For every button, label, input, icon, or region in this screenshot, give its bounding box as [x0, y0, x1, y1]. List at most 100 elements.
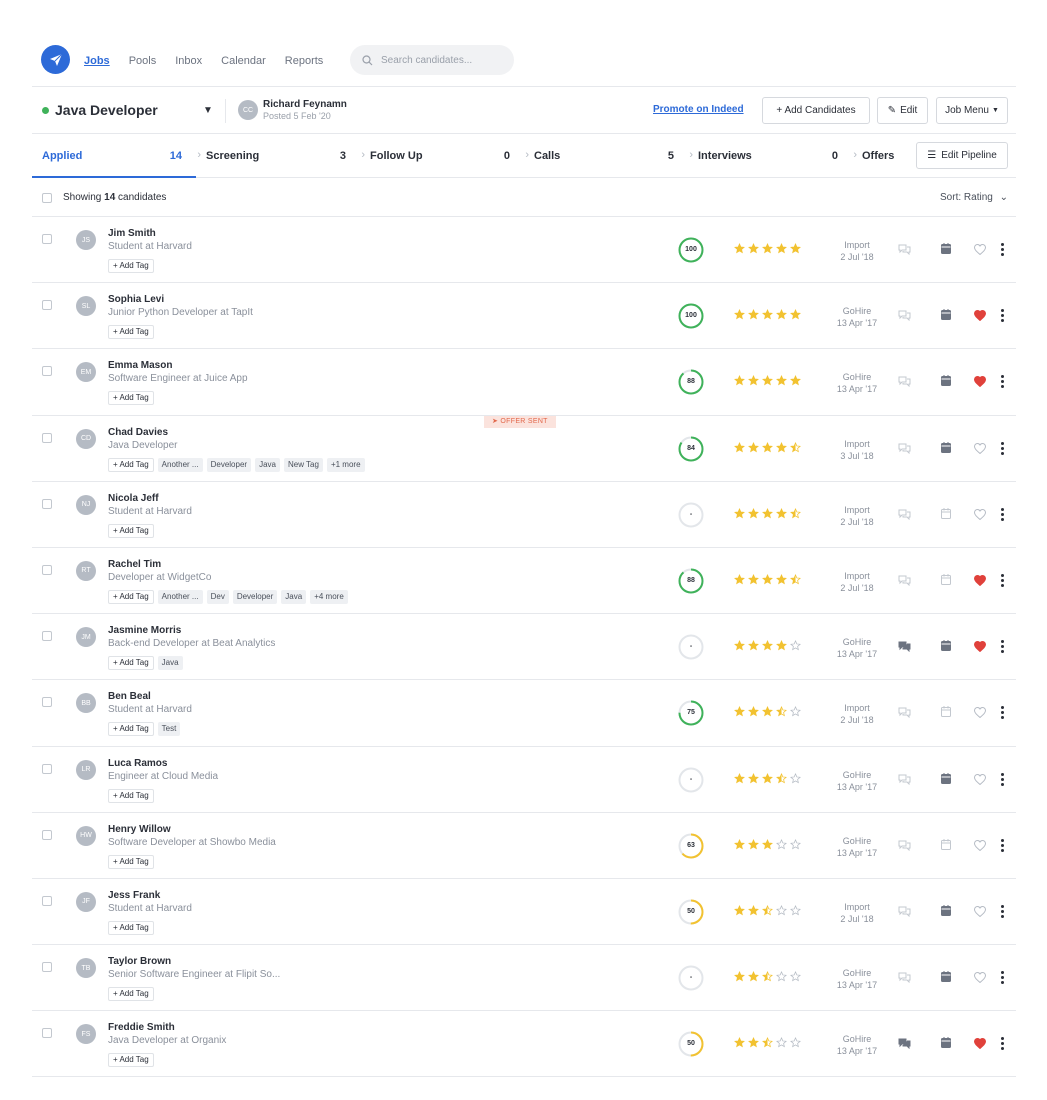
more-options-icon[interactable] [1000, 838, 1004, 852]
heart-filled-icon[interactable] [973, 641, 987, 655]
star-half-icon[interactable] [776, 772, 787, 784]
calendar-icon[interactable] [941, 375, 951, 389]
row-checkbox[interactable] [42, 366, 52, 377]
star-half-icon[interactable] [790, 441, 801, 453]
more-options-icon[interactable] [1000, 375, 1004, 389]
candidate-row[interactable]: RT Rachel Tim Developer at WidgetCo + Add T… [32, 548, 1016, 615]
calendar-icon[interactable] [941, 507, 951, 522]
candidate-row[interactable]: JM Jasmine Morris Back-end Developer at Be… [32, 614, 1016, 681]
row-checkbox[interactable] [42, 1028, 52, 1039]
add-tag-button[interactable]: + Add Tag [108, 325, 154, 340]
candidate-name[interactable]: Jim Smith [108, 228, 156, 239]
star-empty-icon[interactable] [790, 706, 801, 717]
star-half-icon[interactable] [762, 904, 773, 916]
star-filled-icon[interactable] [762, 309, 773, 320]
chevron-down-icon[interactable]: ▼ [203, 105, 213, 116]
star-half-icon[interactable] [762, 971, 773, 982]
add-candidates-button[interactable]: + Add Candidates [762, 97, 870, 124]
candidate-name[interactable]: Taylor Brown [108, 956, 171, 967]
chat-icon[interactable] [898, 443, 911, 457]
more-options-icon[interactable] [1000, 1037, 1004, 1051]
tag[interactable]: Java [281, 589, 307, 604]
calendar-icon[interactable] [941, 309, 951, 323]
calendar-icon[interactable] [941, 573, 951, 588]
tag[interactable]: New Tag [283, 457, 323, 472]
star-rating[interactable] [734, 507, 801, 519]
tab-screening[interactable]: Screening 3 › [196, 134, 365, 178]
add-tag-button[interactable]: + Add Tag [108, 457, 154, 472]
calendar-icon[interactable] [941, 706, 951, 720]
add-tag-button[interactable]: + Add Tag [108, 259, 154, 273]
star-rating[interactable] [734, 838, 801, 850]
candidate-name[interactable]: Freddie Smith [108, 1022, 175, 1033]
chat-icon[interactable] [898, 972, 911, 986]
heart-outline-icon[interactable] [973, 905, 987, 920]
more-options-icon[interactable] [1000, 507, 1004, 521]
edit-job-button[interactable]: ✎ Edit [877, 97, 928, 124]
star-half-icon[interactable] [762, 1037, 773, 1048]
star-empty-icon[interactable] [776, 904, 787, 916]
tag[interactable]: +4 more [310, 589, 348, 604]
add-tag-button[interactable]: + Add Tag [108, 589, 154, 604]
chat-icon[interactable] [898, 509, 911, 523]
star-filled-icon[interactable] [762, 441, 773, 453]
tab-offers[interactable]: Offers [852, 134, 912, 178]
heart-filled-icon[interactable] [973, 376, 987, 390]
star-half-icon[interactable] [790, 507, 801, 519]
star-empty-icon[interactable] [790, 838, 801, 850]
star-filled-icon[interactable] [748, 1037, 759, 1048]
add-tag-button[interactable]: + Add Tag [108, 722, 154, 737]
star-empty-icon[interactable] [790, 904, 801, 916]
promote-indeed-link[interactable]: Promote on Indeed [653, 104, 744, 115]
row-checkbox[interactable] [42, 962, 52, 973]
calendar-icon[interactable] [941, 904, 951, 919]
star-filled-icon[interactable] [776, 640, 787, 651]
calendar-icon[interactable] [941, 971, 951, 985]
star-rating[interactable] [734, 706, 801, 717]
row-checkbox[interactable] [42, 895, 52, 906]
chat-icon[interactable] [898, 906, 911, 920]
candidate-name[interactable]: Ben Beal [108, 691, 151, 702]
star-filled-icon[interactable] [762, 573, 773, 585]
nav-link-jobs[interactable]: Jobs [84, 53, 110, 69]
add-tag-button[interactable]: + Add Tag [108, 987, 154, 1002]
star-filled-icon[interactable] [748, 971, 759, 982]
star-rating[interactable] [734, 1037, 801, 1048]
select-all-checkbox[interactable] [42, 193, 52, 203]
row-checkbox[interactable] [42, 300, 52, 311]
tag[interactable]: Developer [206, 457, 252, 472]
tag[interactable]: Java [255, 457, 280, 472]
more-options-icon[interactable] [1000, 243, 1004, 256]
calendar-icon[interactable] [941, 772, 951, 787]
more-options-icon[interactable] [1000, 904, 1004, 918]
more-options-icon[interactable] [1000, 573, 1004, 587]
star-rating[interactable] [734, 243, 801, 254]
calendar-icon[interactable] [941, 838, 951, 853]
star-empty-icon[interactable] [790, 1037, 801, 1048]
star-filled-icon[interactable] [748, 441, 759, 453]
heart-outline-icon[interactable] [973, 972, 987, 986]
star-rating[interactable] [734, 971, 801, 982]
nav-link-reports[interactable]: Reports [285, 53, 324, 69]
more-options-icon[interactable] [1000, 441, 1004, 455]
star-filled-icon[interactable] [734, 640, 745, 651]
star-filled-icon[interactable] [762, 640, 773, 651]
candidate-row[interactable]: TB Taylor Brown Senior Software Engineer a… [32, 945, 1016, 1012]
star-filled-icon[interactable] [776, 309, 787, 320]
star-filled-icon[interactable] [734, 309, 745, 320]
star-empty-icon[interactable] [776, 971, 787, 982]
star-filled-icon[interactable] [734, 573, 745, 585]
star-filled-icon[interactable] [748, 838, 759, 850]
add-tag-button[interactable]: + Add Tag [108, 854, 154, 869]
heart-outline-icon[interactable] [973, 707, 987, 721]
heart-outline-icon[interactable] [973, 773, 987, 788]
star-half-icon[interactable] [790, 573, 801, 585]
job-title[interactable]: Java Developer [55, 102, 158, 118]
candidate-row[interactable]: JF Jess Frank Student at Harvard + Add Tag 5… [32, 879, 1016, 946]
candidate-row[interactable]: JS Jim Smith Student at Harvard + Add Tag 10… [32, 217, 1016, 284]
chat-icon[interactable] [898, 575, 911, 589]
star-filled-icon[interactable] [748, 375, 759, 386]
star-filled-icon[interactable] [748, 904, 759, 916]
candidate-name[interactable]: Rachel Tim [108, 559, 161, 570]
sort-dropdown[interactable]: Sort: Rating ⌄ [940, 192, 1008, 203]
